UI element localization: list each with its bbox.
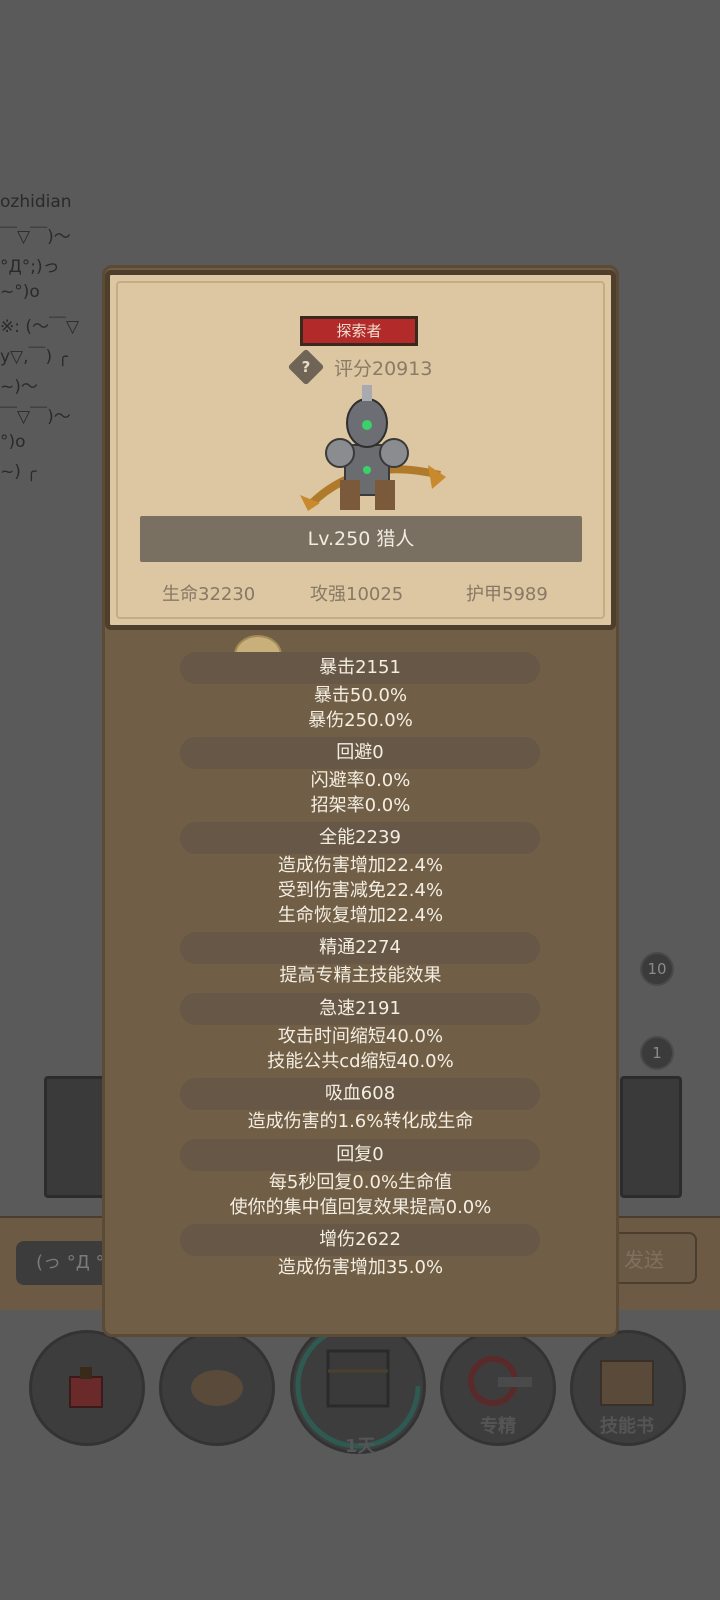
stat-line: 招架率0.0% <box>310 795 411 816</box>
stat-line: 受到伤害减免22.4% <box>277 880 444 901</box>
chat-line: ozhidian <box>0 192 72 212</box>
armor-stat: 护甲5989 <box>466 584 548 605</box>
hp-stat: 生命32230 <box>162 584 256 605</box>
chat-line: ※: (～￣▽ <box>0 317 80 337</box>
help-icon[interactable]: ? <box>287 348 325 386</box>
help-glyph: ? <box>301 358 311 376</box>
stat-header-lifesteal: 吸血608 <box>180 1078 540 1110</box>
stat-line: 造成伤害增加35.0% <box>277 1257 444 1278</box>
stat-header-mastery: 精通2274 <box>180 932 540 964</box>
hunter-character-icon <box>300 385 446 511</box>
stat-line: 生命恢复增加22.4% <box>277 905 444 926</box>
skill-slot-right[interactable] <box>620 1076 682 1198</box>
count-badge: 10 <box>640 952 674 986</box>
chat-line: ~)～ <box>0 377 38 397</box>
chat-line: ￣▽￣)～ <box>0 227 71 247</box>
stat-header-haste: 急速2191 <box>180 993 540 1025</box>
bread-icon <box>191 1370 243 1406</box>
stat-line: 使你的集中值回复效果提高0.0% <box>229 1197 492 1218</box>
chat-line: y▽,￣) ╭ <box>0 347 68 367</box>
potion-icon <box>69 1367 103 1408</box>
stat-line: 攻击时间缩短40.0% <box>277 1026 444 1047</box>
stat-line: 造成伤害的1.6%转化成生命 <box>247 1111 474 1132</box>
chat-line: °Д°;)っ <box>0 257 60 277</box>
attack-stat: 攻强10025 <box>310 584 404 605</box>
stat-line: 技能公共cd缩短40.0% <box>267 1051 454 1072</box>
stat-header-crit: 暴击2151 <box>180 652 540 684</box>
send-button[interactable]: 发送 <box>612 1232 697 1284</box>
chat-line: °)o <box>0 432 26 452</box>
skillbook-label: 技能书 <box>600 1416 654 1437</box>
stat-header-regen: 回复0 <box>180 1139 540 1171</box>
stat-header-damage-increase: 增伤2622 <box>180 1224 540 1256</box>
stat-line: 暴击50.0% <box>313 685 408 706</box>
count-badge: 1 <box>640 1036 674 1070</box>
stat-header-versatility: 全能2239 <box>180 822 540 854</box>
stat-line: 提高专精主技能效果 <box>279 965 442 986</box>
stat-line: 每5秒回复0.0%生命值 <box>268 1172 453 1193</box>
class-tag: 探索者 <box>300 316 418 346</box>
potion-button[interactable] <box>29 1330 145 1446</box>
chat-line: ￣▽￣)～ <box>0 407 71 427</box>
stat-line: 暴伤250.0% <box>308 710 413 731</box>
bread-button[interactable] <box>159 1330 275 1446</box>
stat-header-avoidance: 回避0 <box>180 737 540 769</box>
skill-slot-left[interactable] <box>44 1076 110 1198</box>
score-label: 评分20913 <box>334 358 433 380</box>
chat-line: ~) ╭ <box>0 462 37 482</box>
chest-timer-label: 1天 <box>345 1436 376 1457</box>
level-class-label: Lv.250 猎人 <box>140 516 582 562</box>
chat-line: ~°)o <box>0 282 40 302</box>
stat-line: 造成伤害增加22.4% <box>277 855 444 876</box>
specialization-label: 专精 <box>480 1416 516 1437</box>
stat-line: 闪避率0.0% <box>310 770 411 791</box>
